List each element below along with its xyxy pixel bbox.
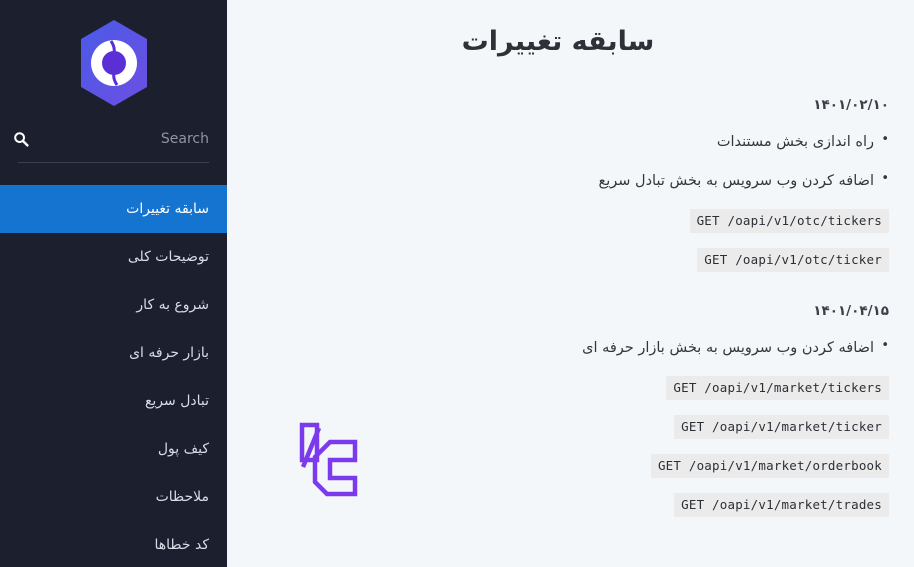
sidebar-item-label: کیف پول	[157, 441, 209, 457]
search-container	[0, 125, 227, 177]
changelog-container: سابقه تغییرات ۱۴۰۱/۰۲/۱۰ راه اندازی بخش م…	[227, 0, 914, 548]
changelog-entry: اضافه کردن وب سرویس به بخش تبادل سریع	[227, 169, 889, 193]
endpoint-row: GET /oapi/v1/market/orderbook	[227, 454, 889, 479]
sidebar-item-1[interactable]: توضیحات کلی	[0, 233, 227, 281]
sidebar-item-label: ملاحظات	[155, 489, 209, 505]
endpoint-row: GET /oapi/v1/market/tickers	[227, 376, 889, 401]
brand-header	[0, 0, 227, 125]
sidebar-item-7[interactable]: کد خطاها	[0, 521, 227, 567]
main-content: سابقه تغییرات ۱۴۰۱/۰۲/۱۰ راه اندازی بخش م…	[227, 0, 914, 567]
sidebar-item-0[interactable]: سابقه تغییرات	[0, 185, 227, 233]
endpoint-row: GET /oapi/v1/otc/ticker	[227, 247, 889, 272]
changelog-section: ۱۴۰۱/۰۴/۱۵ اضافه کردن وب سرویس به بخش باز…	[227, 302, 889, 518]
sidebar-item-label: تبادل سریع	[144, 393, 209, 409]
changelog-sections: ۱۴۰۱/۰۲/۱۰ راه اندازی بخش مستندات اضافه کر…	[227, 97, 889, 549]
sidebar-item-2[interactable]: شروع به کار	[0, 281, 227, 329]
endpoint-code: GET /oapi/v1/market/tickers	[666, 376, 889, 401]
changelog-entry-list: راه اندازی بخش مستندات اضافه کردن وب سروی…	[227, 129, 889, 272]
changelog-entry: راه اندازی بخش مستندات	[227, 129, 889, 154]
changelog-date: ۱۴۰۱/۰۲/۱۰	[813, 96, 889, 113]
sidebar-item-4[interactable]: تبادل سریع	[0, 377, 227, 425]
sidebar-item-5[interactable]: کیف پول	[0, 425, 227, 473]
sidebar-item-6[interactable]: ملاحظات	[0, 473, 227, 521]
changelog-date: ۱۴۰۱/۰۴/۱۵	[813, 302, 889, 319]
changelog-entry: اضافه کردن وب سرویس به بخش بازار حرفه ای	[227, 336, 889, 360]
app-root: سابقه تغییرات ۱۴۰۱/۰۲/۱۰ راه اندازی بخش م…	[0, 0, 914, 567]
sidebar: سابقه تغییرات توضیحات کلی شروع به کار بازار…	[0, 0, 227, 567]
endpoint-row: GET /oapi/v1/market/trades	[227, 493, 889, 518]
endpoint-code: GET /oapi/v1/market/trades	[674, 493, 889, 518]
search-icon[interactable]	[13, 131, 29, 147]
changelog-section: ۱۴۰۱/۰۲/۱۰ راه اندازی بخش مستندات اضافه کر…	[227, 97, 889, 272]
endpoint-row: GET /oapi/v1/market/ticker	[227, 415, 889, 440]
endpoint-code: GET /oapi/v1/market/orderbook	[650, 454, 889, 479]
changelog-entry-list: اضافه کردن وب سرویس به بخش بازار حرفه ای…	[227, 336, 889, 518]
sidebar-item-3[interactable]: بازار حرفه ای	[0, 329, 227, 377]
sidebar-nav: سابقه تغییرات توضیحات کلی شروع به کار بازار…	[0, 177, 227, 567]
endpoint-code: GET /oapi/v1/otc/tickers	[689, 208, 889, 233]
hexagon-brand-logo	[73, 17, 155, 109]
sidebar-item-label: سابقه تغییرات	[126, 201, 209, 217]
endpoint-code: GET /oapi/v1/market/ticker	[674, 415, 889, 440]
sidebar-item-label: بازار حرفه ای	[129, 345, 209, 361]
search-input[interactable]	[29, 131, 209, 147]
endpoint-code: GET /oapi/v1/otc/ticker	[697, 247, 889, 272]
search-box[interactable]	[14, 125, 209, 163]
sidebar-item-label: شروع به کار	[136, 297, 209, 313]
endpoint-row: GET /oapi/v1/otc/tickers	[227, 208, 889, 233]
sidebar-item-label: توضیحات کلی	[127, 249, 209, 265]
sidebar-item-label: کد خطاها	[154, 537, 209, 553]
page-title: سابقه تغییرات	[461, 26, 655, 57]
